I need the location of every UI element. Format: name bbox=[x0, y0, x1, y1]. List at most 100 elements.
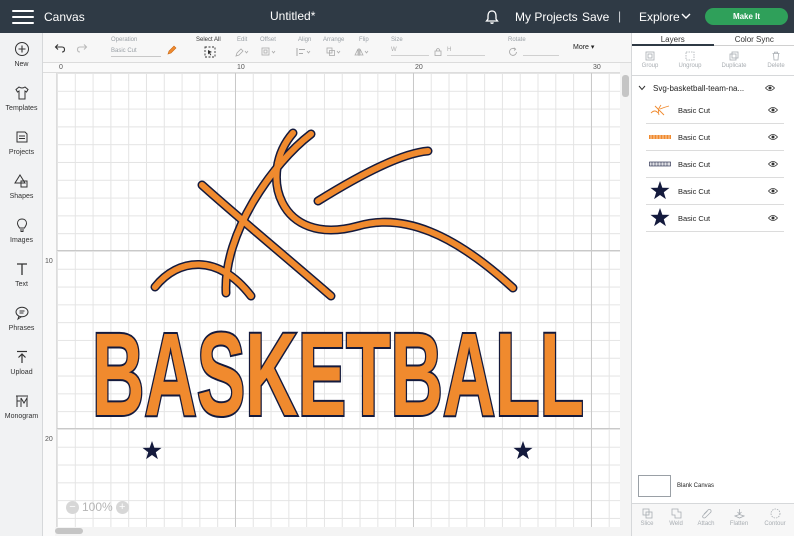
ungroup-button[interactable]: Ungroup bbox=[670, 51, 710, 69]
star-icon bbox=[650, 208, 670, 227]
width-input[interactable]: W bbox=[391, 47, 429, 56]
layer-actions-bar: Group Ungroup Duplicate Delete bbox=[632, 47, 794, 76]
layer-group-row[interactable]: Svg-basketball-team-na... bbox=[632, 79, 794, 97]
delete-button[interactable]: Delete bbox=[756, 51, 794, 69]
star-icon bbox=[650, 181, 670, 200]
pen-icon[interactable] bbox=[167, 45, 177, 55]
star-shape[interactable] bbox=[513, 441, 533, 460]
height-input[interactable]: H bbox=[447, 47, 485, 56]
save-button[interactable]: Save bbox=[582, 10, 609, 24]
layer-row[interactable]: Basic Cut bbox=[646, 151, 784, 178]
weld-button[interactable]: Weld bbox=[660, 508, 692, 527]
vertical-scrollbar[interactable] bbox=[620, 63, 631, 536]
flatten-button[interactable]: Flatten bbox=[723, 508, 755, 527]
bell-icon[interactable] bbox=[484, 9, 500, 25]
lightbulb-icon bbox=[16, 218, 27, 232]
blank-canvas-row[interactable]: Blank Canvas bbox=[638, 475, 714, 497]
tab-layers[interactable]: Layers bbox=[632, 33, 714, 46]
eye-icon[interactable] bbox=[768, 160, 778, 168]
menu-icon[interactable] bbox=[12, 9, 34, 24]
paperclip-icon bbox=[701, 508, 712, 519]
lock-icon[interactable] bbox=[434, 47, 442, 56]
sidebar-label: Shapes bbox=[9, 193, 34, 200]
scroll-thumb[interactable] bbox=[55, 528, 83, 534]
edit-toolbar: Operation Basic Cut Select All Edit Offs… bbox=[43, 33, 631, 63]
horizontal-scrollbar[interactable] bbox=[55, 527, 620, 536]
duplicate-button[interactable]: Duplicate bbox=[714, 51, 754, 69]
layer-row[interactable]: Basic Cut bbox=[646, 124, 784, 151]
sidebar-label: Text bbox=[15, 281, 28, 288]
arrange-icon[interactable] bbox=[326, 47, 342, 57]
rotate-input[interactable] bbox=[523, 47, 559, 56]
select-all-label: Select All bbox=[196, 37, 221, 43]
tab-color-sync[interactable]: Color Sync bbox=[713, 33, 794, 46]
sidebar-item-shapes[interactable]: Shapes bbox=[0, 169, 43, 209]
sidebar-label: Images bbox=[10, 237, 33, 244]
eye-icon[interactable] bbox=[765, 84, 775, 92]
basketball-lines[interactable] bbox=[150, 128, 518, 301]
chevron-down-icon[interactable] bbox=[680, 11, 692, 21]
offset-icon[interactable] bbox=[261, 47, 277, 57]
my-projects-link[interactable]: My Projects bbox=[515, 10, 578, 24]
sidebar-item-phrases[interactable]: Phrases bbox=[0, 301, 43, 341]
scroll-thumb[interactable] bbox=[622, 75, 629, 97]
layer-row[interactable]: Basic Cut bbox=[646, 97, 784, 124]
select-all-icon[interactable] bbox=[204, 46, 216, 58]
slice-button[interactable]: Slice bbox=[631, 508, 663, 527]
edit-icon[interactable] bbox=[235, 47, 249, 57]
flip-icon[interactable] bbox=[354, 47, 370, 57]
layer-name: Basic Cut bbox=[678, 105, 711, 115]
undo-icon[interactable] bbox=[54, 43, 66, 53]
sidebar-item-new[interactable]: New bbox=[0, 37, 43, 77]
basketball-text-outline[interactable]: BASKETBALL bbox=[90, 307, 586, 443]
eye-icon[interactable] bbox=[768, 133, 778, 141]
ungroup-label: Ungroup bbox=[678, 63, 702, 69]
group-icon bbox=[645, 51, 655, 61]
plus-icon bbox=[14, 42, 29, 56]
design-canvas[interactable]: 0 10 20 30 10 20 BASKETBALL bbox=[43, 63, 620, 536]
document-title[interactable]: Untitled* bbox=[270, 9, 315, 23]
explore-menu[interactable]: Explore bbox=[639, 10, 680, 24]
layer-thumbnail bbox=[649, 129, 671, 145]
eye-icon[interactable] bbox=[768, 214, 778, 222]
arrange-label: Arrange bbox=[323, 37, 345, 43]
contour-button[interactable]: Contour bbox=[759, 508, 791, 527]
layer-row[interactable]: Basic Cut bbox=[646, 178, 784, 205]
zoom-out-button[interactable]: − bbox=[66, 500, 79, 514]
basketball-design[interactable]: BASKETBALL bbox=[43, 63, 620, 536]
sidebar-item-monogram[interactable]: Monogram bbox=[0, 389, 43, 429]
more-menu[interactable]: More ▾ bbox=[573, 43, 594, 51]
chat-bubble-icon bbox=[15, 306, 28, 321]
operation-select[interactable]: Basic Cut bbox=[111, 46, 161, 57]
eye-icon[interactable] bbox=[768, 187, 778, 195]
rotate-icon[interactable] bbox=[508, 47, 518, 57]
upload-icon bbox=[16, 350, 27, 363]
slice-label: Slice bbox=[640, 521, 654, 527]
layer-thumbnail bbox=[649, 208, 671, 227]
zoom-in-button[interactable]: + bbox=[115, 500, 129, 514]
sidebar-item-projects[interactable]: Projects bbox=[0, 125, 43, 165]
folder-icon bbox=[16, 131, 27, 143]
blank-canvas-swatch[interactable] bbox=[638, 475, 671, 497]
eye-icon[interactable] bbox=[768, 106, 778, 114]
sidebar-item-text[interactable]: Text bbox=[0, 257, 43, 297]
contour-label: Contour bbox=[764, 521, 786, 527]
sidebar-item-images[interactable]: Images bbox=[0, 213, 43, 253]
layer-row[interactable]: Basic Cut bbox=[646, 205, 784, 232]
chevron-down-icon[interactable] bbox=[638, 85, 646, 91]
group-button[interactable]: Group bbox=[630, 51, 670, 69]
layer-thumbnail bbox=[649, 156, 671, 172]
blank-canvas-label: Blank Canvas bbox=[677, 483, 715, 489]
star-shape[interactable] bbox=[142, 441, 162, 460]
align-icon[interactable] bbox=[296, 47, 312, 57]
attach-button[interactable]: Attach bbox=[690, 508, 722, 527]
sidebar-item-templates[interactable]: Templates bbox=[0, 81, 43, 121]
size-label: Size bbox=[391, 37, 403, 43]
sidebar-item-upload[interactable]: Upload bbox=[0, 345, 43, 385]
redo-icon[interactable] bbox=[76, 43, 88, 53]
make-it-button[interactable]: Make It bbox=[705, 8, 788, 25]
delete-label: Delete bbox=[767, 63, 785, 69]
operation-value: Basic Cut bbox=[111, 48, 137, 54]
layer-name: Basic Cut bbox=[678, 159, 711, 169]
offset-label: Offset bbox=[260, 37, 276, 43]
